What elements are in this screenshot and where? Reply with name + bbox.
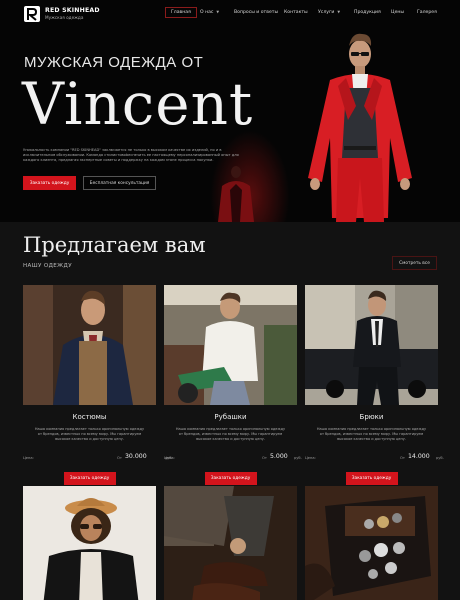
order-shirts-button[interactable]: Заказать одежду <box>204 472 257 485</box>
brand-name: RED SKINHEAD <box>45 7 100 14</box>
price-from: От <box>117 456 122 460</box>
product-name: Брюки <box>359 413 384 421</box>
price-currency: руб. <box>294 456 302 460</box>
product-image-trousers[interactable] <box>305 285 438 405</box>
hero-title: Vincent <box>22 70 254 138</box>
price-label: Цена: <box>305 456 316 460</box>
order-suits-button[interactable]: Заказать одежду <box>63 472 116 485</box>
product-image-shirts[interactable] <box>164 285 297 405</box>
hero-subtitle: МУЖСКАЯ ОДЕЖДА ОТ <box>24 54 204 71</box>
site-header: RED SKINHEAD Мужская одежда Главная О на… <box>0 0 460 30</box>
chevron-down-icon: ▼ <box>216 10 220 14</box>
nav-item-faq[interactable]: Вопросы и ответы <box>234 10 278 15</box>
hero-section: МУЖСКАЯ ОДЕЖДА ОТ Vincent Уникальность к… <box>0 0 460 222</box>
product-description: Наша компания предлагает только оригинал… <box>316 427 427 441</box>
hero-background-model-image <box>218 166 254 222</box>
price-label: Цена: <box>23 456 34 460</box>
nav-item-home[interactable]: Главная <box>165 7 197 18</box>
brand-tagline: Мужская одежда <box>45 15 84 20</box>
free-consultation-button[interactable]: Бесплатная консультация <box>83 176 156 190</box>
price-row: Цена: От 5.000 руб. <box>164 453 302 463</box>
chevron-down-icon: ▼ <box>337 10 341 14</box>
logo[interactable]: RED SKINHEAD Мужская одежда <box>23 5 100 23</box>
section-subtitle: НАШУ ОДЕЖДУ <box>23 263 72 269</box>
product-image-shoes[interactable] <box>164 486 297 600</box>
product-image-accessories[interactable] <box>305 486 438 600</box>
product-card-trousers: Брюки Наша компания предлагает только ор… <box>305 285 444 485</box>
product-image-hats[interactable] <box>23 486 156 600</box>
price-from: От <box>400 456 405 460</box>
logo-icon <box>24 6 40 22</box>
product-name: Костюмы <box>72 413 107 421</box>
product-description: Наша компания предлагает только оригинал… <box>34 427 145 441</box>
nav-item-gallery[interactable]: Галерея <box>417 10 437 15</box>
nav-item-about[interactable]: О нас ▼ <box>200 10 219 15</box>
product-name: Рубашки <box>214 413 247 421</box>
nav-item-prices[interactable]: Цены <box>391 10 404 15</box>
price-value: 5.000 <box>270 453 288 460</box>
product-image-suits[interactable] <box>23 285 156 405</box>
section-title: Предлагаем вам <box>23 233 206 257</box>
price-value: 30.000 <box>125 453 147 460</box>
order-trousers-button[interactable]: Заказать одежду <box>345 472 398 485</box>
price-from: От <box>262 456 267 460</box>
product-description: Наша компания предлагает только оригинал… <box>175 427 286 441</box>
nav-item-contacts[interactable]: Контакты <box>284 10 308 15</box>
nav-item-products[interactable]: Продукция <box>354 10 381 15</box>
price-label: Цена: <box>164 456 175 460</box>
hero-description: Уникальность компании "RED SKINHEAD" зак… <box>23 148 239 163</box>
order-clothes-button[interactable]: Заказать одежду <box>23 176 76 190</box>
view-all-button[interactable]: Смотреть все <box>392 256 437 270</box>
price-row: Цена: От 30.000 руб. <box>23 453 173 463</box>
price-currency: руб. <box>436 456 444 460</box>
price-value: 14.000 <box>408 453 430 460</box>
price-row: Цена: От 14.000 руб. <box>305 453 444 463</box>
hero-model-image <box>308 33 412 222</box>
nav-item-services[interactable]: Услуги ▼ <box>318 10 340 15</box>
product-card-shirts: Рубашки Наша компания предлагает только … <box>164 285 302 485</box>
product-card-suits: Костюмы Наша компания предлагает только … <box>23 285 173 485</box>
